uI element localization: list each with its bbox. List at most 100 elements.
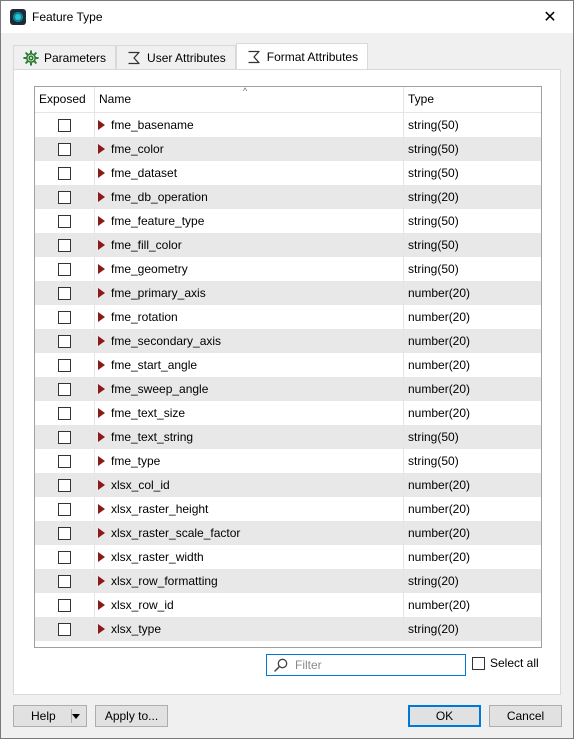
expand-arrow-icon[interactable]	[98, 456, 105, 466]
column-header-type[interactable]: Type	[404, 87, 541, 112]
exposed-checkbox[interactable]	[58, 334, 71, 348]
attribute-name: xlsx_raster_width	[111, 550, 204, 564]
cancel-button[interactable]: Cancel	[489, 705, 562, 727]
table-body: fme_basename string(50) fme_color string(50…	[35, 113, 541, 641]
type-cell: string(50)	[408, 262, 459, 276]
expand-arrow-icon[interactable]	[98, 480, 105, 490]
expand-arrow-icon[interactable]	[98, 120, 105, 130]
exposed-checkbox[interactable]	[58, 214, 71, 228]
expand-arrow-icon[interactable]	[98, 144, 105, 154]
exposed-checkbox[interactable]	[58, 286, 71, 300]
tab-format-attributes[interactable]: Format Attributes	[235, 43, 369, 69]
table-row[interactable]: fme_secondary_axis number(20)	[35, 329, 541, 353]
table-row[interactable]: fme_dataset string(50)	[35, 161, 541, 185]
exposed-checkbox[interactable]	[58, 526, 71, 540]
table-row[interactable]: fme_sweep_angle number(20)	[35, 377, 541, 401]
exposed-checkbox[interactable]	[58, 382, 71, 396]
exposed-checkbox[interactable]	[58, 406, 71, 420]
type-cell: number(20)	[408, 406, 471, 420]
expand-arrow-icon[interactable]	[98, 168, 105, 178]
expand-arrow-icon[interactable]	[98, 408, 105, 418]
select-all-checkbox[interactable]	[472, 656, 485, 670]
attribute-name: fme_geometry	[111, 262, 188, 276]
table-row[interactable]: fme_db_operation string(20)	[35, 185, 541, 209]
expand-arrow-icon[interactable]	[98, 528, 105, 538]
sort-indicator-icon: ^	[243, 86, 248, 96]
tab-label: User Attributes	[147, 50, 226, 65]
table-row[interactable]: fme_rotation number(20)	[35, 305, 541, 329]
expand-arrow-icon[interactable]	[98, 216, 105, 226]
expand-arrow-icon[interactable]	[98, 288, 105, 298]
table-row[interactable]: fme_type string(50)	[35, 449, 541, 473]
type-cell: string(50)	[408, 142, 459, 156]
expand-arrow-icon[interactable]	[98, 552, 105, 562]
exposed-checkbox[interactable]	[58, 238, 71, 252]
expand-arrow-icon[interactable]	[98, 312, 105, 322]
expand-arrow-icon[interactable]	[98, 192, 105, 202]
expand-arrow-icon[interactable]	[98, 576, 105, 586]
exposed-checkbox[interactable]	[58, 118, 71, 132]
select-all-toggle[interactable]: Select all	[472, 656, 539, 670]
exposed-checkbox[interactable]	[58, 430, 71, 444]
table-row[interactable]: fme_color string(50)	[35, 137, 541, 161]
exposed-checkbox[interactable]	[58, 550, 71, 564]
column-header-name[interactable]: Name	[95, 87, 404, 112]
expand-arrow-icon[interactable]	[98, 624, 105, 634]
expand-arrow-icon[interactable]	[98, 504, 105, 514]
table-row[interactable]: fme_basename string(50)	[35, 113, 541, 137]
name-cell: fme_color	[95, 137, 404, 161]
tab-user-attributes[interactable]: User Attributes	[116, 45, 236, 69]
table-row[interactable]: fme_feature_type string(50)	[35, 209, 541, 233]
select-all-label: Select all	[490, 656, 539, 670]
ok-button[interactable]: OK	[408, 705, 481, 727]
table-row[interactable]: xlsx_row_formatting string(20)	[35, 569, 541, 593]
name-cell: fme_text_string	[95, 425, 404, 449]
exposed-checkbox[interactable]	[58, 166, 71, 180]
table-row[interactable]: fme_start_angle number(20)	[35, 353, 541, 377]
table-row[interactable]: xlsx_type string(20)	[35, 617, 541, 641]
exposed-checkbox[interactable]	[58, 502, 71, 516]
table-row[interactable]: xlsx_col_id number(20)	[35, 473, 541, 497]
table-row[interactable]: fme_fill_color string(50)	[35, 233, 541, 257]
help-button[interactable]: Help	[13, 705, 87, 727]
table-row[interactable]: xlsx_raster_scale_factor number(20)	[35, 521, 541, 545]
expand-arrow-icon[interactable]	[98, 336, 105, 346]
exposed-checkbox[interactable]	[58, 142, 71, 156]
expand-arrow-icon[interactable]	[98, 384, 105, 394]
table-row[interactable]: fme_text_size number(20)	[35, 401, 541, 425]
tab-parameters[interactable]: Parameters	[13, 45, 117, 69]
type-cell: string(20)	[408, 622, 459, 636]
column-header-exposed[interactable]: Exposed	[35, 87, 95, 112]
name-cell: fme_sweep_angle	[95, 377, 404, 401]
exposed-checkbox[interactable]	[58, 574, 71, 588]
table-row[interactable]: fme_primary_axis number(20)	[35, 281, 541, 305]
expand-arrow-icon[interactable]	[98, 360, 105, 370]
exposed-cell	[35, 161, 95, 185]
exposed-checkbox[interactable]	[58, 262, 71, 276]
expand-arrow-icon[interactable]	[98, 432, 105, 442]
expand-arrow-icon[interactable]	[98, 264, 105, 274]
exposed-checkbox[interactable]	[58, 622, 71, 636]
exposed-cell	[35, 377, 95, 401]
type-cell: string(50)	[408, 454, 459, 468]
exposed-checkbox[interactable]	[58, 454, 71, 468]
filter-input[interactable]: Filter	[266, 654, 466, 676]
table-row[interactable]: fme_text_string string(50)	[35, 425, 541, 449]
exposed-checkbox[interactable]	[58, 310, 71, 324]
table-row[interactable]: xlsx_raster_width number(20)	[35, 545, 541, 569]
chevron-down-icon[interactable]	[72, 714, 80, 719]
exposed-checkbox[interactable]	[58, 358, 71, 372]
expand-arrow-icon[interactable]	[98, 600, 105, 610]
close-icon[interactable]: ✕	[527, 1, 573, 33]
table-row[interactable]: xlsx_row_id number(20)	[35, 593, 541, 617]
type-cell: number(20)	[408, 310, 471, 324]
attribute-name: fme_type	[111, 454, 161, 468]
exposed-checkbox[interactable]	[58, 598, 71, 612]
apply-to-button[interactable]: Apply to...	[95, 705, 168, 727]
table-row[interactable]: xlsx_raster_height number(20)	[35, 497, 541, 521]
expand-arrow-icon[interactable]	[98, 240, 105, 250]
table-row[interactable]: fme_geometry string(50)	[35, 257, 541, 281]
exposed-cell	[35, 353, 95, 377]
exposed-checkbox[interactable]	[58, 190, 71, 204]
exposed-checkbox[interactable]	[58, 478, 71, 492]
